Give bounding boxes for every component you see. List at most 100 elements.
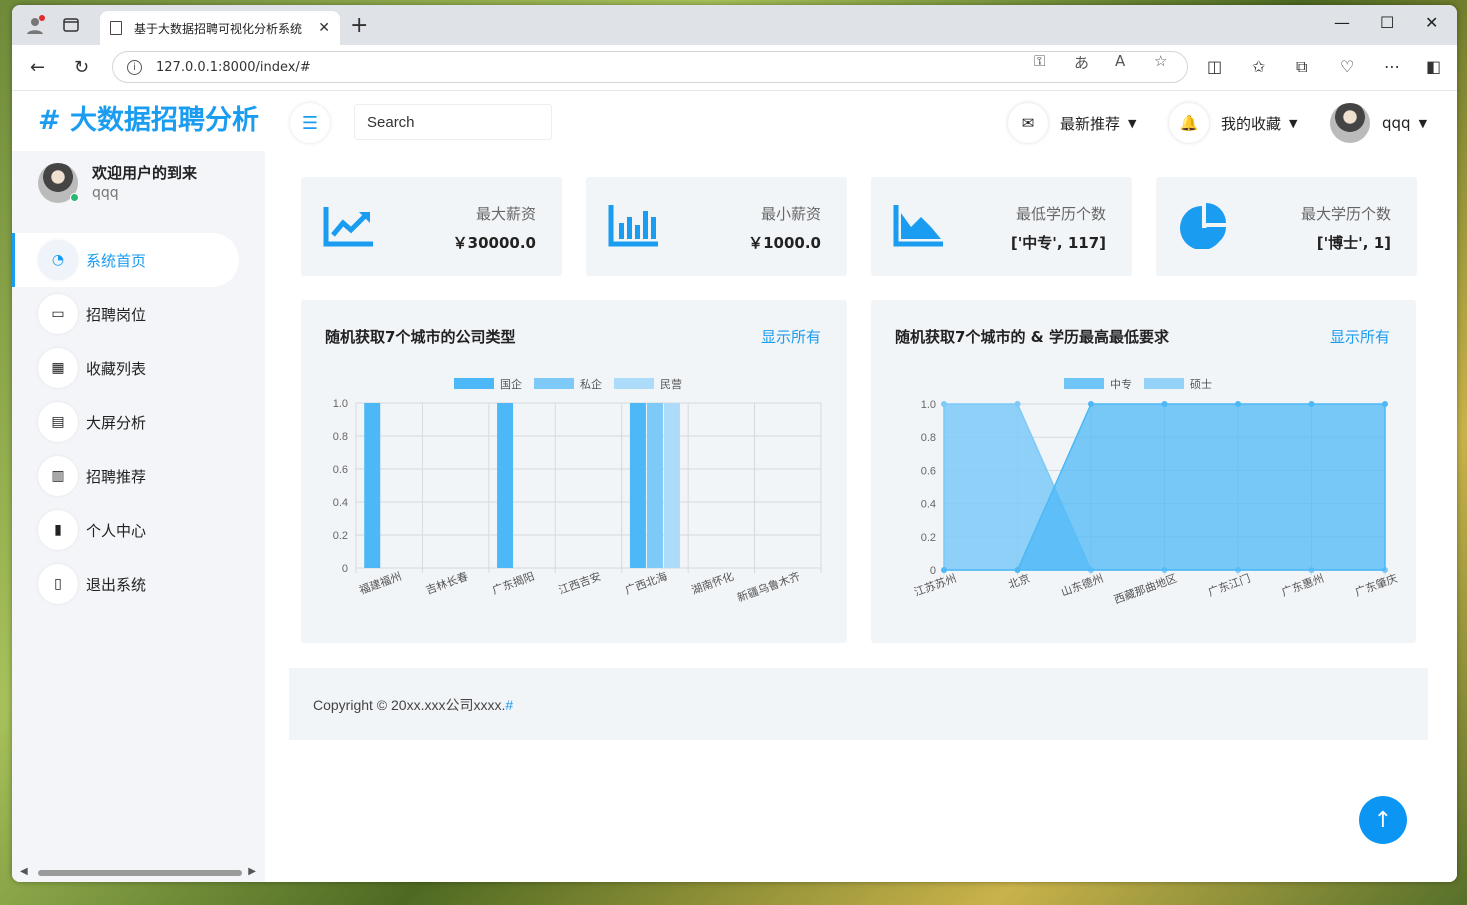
y-tick-label: 1.0	[333, 398, 348, 410]
read-aloud-icon[interactable]: A	[1115, 52, 1125, 70]
y-tick-label: 0.6	[333, 464, 348, 476]
sidebar-item-bigscreen[interactable]: ▤ 大屏分析	[12, 395, 265, 449]
sidebar-item-jobs[interactable]: ▭ 招聘岗位	[12, 287, 265, 341]
hamburger-icon: ☰	[301, 112, 319, 134]
scroll-right-icon[interactable]: ▶	[248, 866, 256, 877]
search-input[interactable]	[354, 104, 552, 140]
line-chart-icon	[323, 207, 373, 247]
show-all-link[interactable]: 显示所有	[1330, 326, 1390, 347]
sidebar-menu: ◔ 系统首页 ▭ 招聘岗位 ▦ 收藏列表 ▤ 大屏分析 ▥ 招聘推荐 ▮ 个人中…	[12, 233, 265, 611]
main-content: 最大薪资 ￥30000.0 最小薪资 ￥1000.0 最低学历个数 ['中专',…	[265, 151, 1457, 882]
logo[interactable]: # 大数据招聘分析	[38, 98, 259, 137]
sidebar-item-recommend[interactable]: ▥ 招聘推荐	[12, 449, 265, 503]
x-tick-label: 广东肇庆	[1353, 571, 1399, 599]
x-tick-label: 新疆乌鲁木齐	[735, 569, 802, 605]
stat-card-max-salary: 最大薪资 ￥30000.0	[301, 177, 562, 276]
sidebar-toggle-icon[interactable]: ◧	[1426, 57, 1441, 76]
x-tick-label: 西藏那曲地区	[1112, 572, 1178, 607]
y-tick-label: 0.6	[921, 465, 936, 477]
online-status-dot	[70, 193, 79, 202]
chevron-down-icon: ▼	[1418, 116, 1428, 130]
translate-icon[interactable]: あ	[1074, 52, 1089, 73]
welcome-text: 欢迎用户的到来	[92, 164, 198, 182]
x-tick-label: 北京	[1006, 571, 1031, 592]
legend-label: 私企	[580, 377, 602, 391]
new-tab-icon[interactable]: +	[350, 13, 368, 38]
x-tick-label: 湖南怀化	[689, 569, 735, 597]
file-icon: ▯	[38, 564, 78, 604]
recommend-label: 最新推荐	[1060, 114, 1121, 133]
heart-icon[interactable]: ♡	[1340, 57, 1354, 76]
close-tab-icon[interactable]: ✕	[318, 20, 330, 36]
table-icon: ▥	[38, 456, 78, 496]
arrow-up-icon: ↑	[1373, 807, 1393, 833]
back-icon[interactable]: ←	[30, 57, 45, 78]
menu-toggle-button[interactable]: ☰	[290, 103, 330, 143]
stat-value: ￥1000.0	[748, 234, 821, 252]
user-dropdown[interactable]: qqq ▼	[1330, 103, 1427, 143]
x-tick-label: 广东惠州	[1280, 571, 1326, 599]
legend-label: 民营	[660, 377, 682, 391]
favorites-label: 我的收藏	[1221, 114, 1282, 133]
maximize-icon[interactable]: ☐	[1380, 13, 1394, 32]
back-to-top-button[interactable]: ↑	[1359, 796, 1407, 844]
favorites-dropdown[interactable]: 🔔 我的收藏 ▼	[1169, 103, 1297, 143]
sidebar-item-logout[interactable]: ▯ 退出系统	[12, 557, 265, 611]
sidebar-item-profile[interactable]: ▮ 个人中心	[12, 503, 265, 557]
sidebar-item-label: 收藏列表	[86, 359, 147, 378]
collections-icon[interactable]: ⧉	[1296, 57, 1307, 77]
show-all-link[interactable]: 显示所有	[761, 326, 821, 347]
horizontal-scrollbar[interactable]: ◀ ▶	[20, 866, 256, 878]
page: # 大数据招聘分析 ☰ ✉ 最新推荐 ▼ 🔔 我的收藏 ▼ qqq ▼	[12, 91, 1457, 882]
envelope-icon: ✉	[1008, 103, 1048, 143]
sidebar-item-label: 大屏分析	[86, 413, 147, 432]
tab-title: 基于大数据招聘可视化分析系统	[134, 21, 303, 36]
recommend-dropdown[interactable]: ✉ 最新推荐 ▼	[1008, 103, 1136, 143]
scroll-left-icon[interactable]: ◀	[20, 866, 28, 877]
more-icon[interactable]: ⋯	[1384, 57, 1400, 76]
data-point	[941, 401, 947, 407]
document-icon	[110, 21, 122, 35]
split-screen-icon[interactable]: ◫	[1207, 57, 1222, 76]
legend-label: 中专	[1110, 377, 1132, 391]
bar-chart-icon: ▮	[38, 510, 78, 550]
sidebar: 欢迎用户的到来 qqq ◔ 系统首页 ▭ 招聘岗位 ▦ 收藏列表 ▤ 大屏分析 …	[12, 151, 265, 882]
close-window-icon[interactable]: ✕	[1425, 13, 1438, 32]
y-tick-label: 0.8	[333, 431, 348, 443]
refresh-icon[interactable]: ↻	[74, 57, 89, 78]
stat-title: 最小薪资	[760, 205, 821, 223]
panel-title: 随机获取7个城市的公司类型	[325, 328, 516, 346]
favorite-star-icon[interactable]: ☆	[1154, 52, 1167, 70]
address-bar[interactable]: i 127.0.0.1:8000/index/#	[112, 51, 1188, 83]
url-text: 127.0.0.1:8000/index/#	[156, 59, 311, 75]
minimize-icon[interactable]: —	[1334, 13, 1350, 32]
education-area-chart: 00.20.40.60.81.0江苏苏州 北京 山东德州 西藏那曲地区 广东江门 广东惠州…	[912, 377, 1399, 607]
y-tick-label: 0.4	[921, 499, 936, 511]
dashboard-icon: ◔	[38, 240, 78, 280]
pie-chart-icon	[1180, 203, 1226, 249]
browser-window: 基于大数据招聘可视化分析系统 ✕ + — ☐ ✕ ← ↻ i 127.0.0.1…	[12, 5, 1457, 882]
data-point	[1088, 401, 1094, 407]
profile-icon[interactable]	[24, 15, 46, 35]
key-icon[interactable]: ⚿	[1034, 52, 1045, 70]
copyright-text: Copyright © 20xx.xxx公司xxxx.	[313, 697, 506, 713]
data-point	[1014, 401, 1021, 407]
area-chart-icon	[893, 205, 943, 247]
legend-swatch	[534, 378, 574, 389]
laptop-icon: ▭	[38, 294, 78, 334]
legend-swatch	[1144, 378, 1184, 389]
sidebar-item-favorites[interactable]: ▦ 收藏列表	[12, 341, 265, 395]
sidebar-item-home[interactable]: ◔ 系统首页	[12, 233, 239, 287]
favorites-icon[interactable]: ✩	[1252, 57, 1265, 76]
keyboard-icon: ▤	[38, 402, 78, 442]
panel-title: 随机获取7个城市的 & 学历最高最低要求	[895, 328, 1169, 346]
tab-active[interactable]: 基于大数据招聘可视化分析系统 ✕	[100, 11, 340, 45]
site-info-icon[interactable]: i	[127, 59, 142, 75]
tab-actions-icon[interactable]	[60, 15, 82, 35]
bar	[497, 403, 514, 568]
legend-swatch	[1064, 378, 1104, 389]
stat-card-min-salary: 最小薪资 ￥1000.0	[586, 177, 847, 276]
footer-link[interactable]: #	[505, 697, 513, 713]
scrollbar-thumb[interactable]	[38, 870, 242, 876]
legend-swatch	[454, 378, 494, 389]
